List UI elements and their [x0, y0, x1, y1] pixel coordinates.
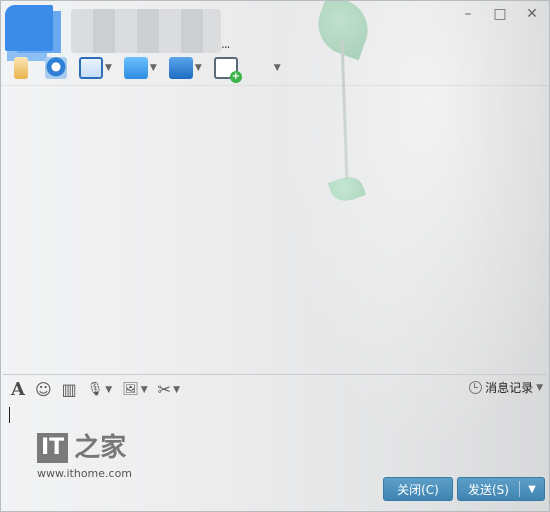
chevron-down-icon[interactable]: ▼ [195, 63, 202, 73]
screen-share-button[interactable]: ▼ [79, 57, 112, 79]
chevron-down-icon[interactable]: ▼ [536, 383, 543, 393]
chevron-down-icon[interactable]: ▼ [105, 385, 112, 395]
voice-call-button[interactable] [9, 57, 33, 79]
send-button-label: 发送(S) [468, 482, 509, 497]
screen-share-icon [79, 57, 103, 79]
watermark-logo-it: IT [37, 433, 69, 463]
watermark-logo-zh: 之家 [74, 433, 127, 463]
minimize-button[interactable]: – [459, 5, 477, 23]
contact-name-blurred [71, 9, 221, 53]
video-call-icon [45, 57, 67, 79]
create-group-icon [213, 57, 242, 83]
watermark-url: www.ithome.com [37, 467, 133, 480]
input-divider[interactable] [3, 374, 547, 375]
avatar[interactable] [5, 5, 53, 51]
chat-window: ... – □ ✕ ▼ ▼ ▼ + ▼ A ☺ ▥ 🎙 ▼ 🖼 ▼ ✂ ▼ 消息… [0, 0, 550, 512]
microphone-icon: 🎙 [86, 382, 104, 397]
window-controls: – □ ✕ [459, 5, 541, 23]
create-group-button[interactable] [213, 57, 242, 83]
emoji-button[interactable]: ☺ [35, 380, 52, 399]
emoji-icon: ☺ [34, 380, 52, 399]
apps-button[interactable]: ▼ [250, 57, 281, 79]
contact-name-suffix: ... [221, 37, 231, 51]
maximize-button[interactable]: □ [491, 5, 509, 23]
chat-toolbar: ▼ ▼ ▼ ▼ [9, 57, 281, 83]
chevron-down-icon[interactable]: ▼ [141, 385, 148, 395]
remote-assist-button[interactable]: ▼ [168, 57, 202, 79]
message-history-label: 消息记录 [485, 381, 534, 395]
send-image-button[interactable]: 🖼 ▼ [122, 382, 147, 397]
image-icon: 🖼 [122, 382, 139, 397]
send-options-chevron-icon[interactable]: ▼ [520, 484, 544, 495]
video-call-button[interactable] [45, 57, 67, 79]
watermark-logo: IT 之家 [37, 433, 132, 463]
bottom-bar: 关闭(C) 发送(S) ▼ [383, 477, 545, 501]
screenshot-button[interactable]: ✂ ▼ [158, 380, 180, 399]
chevron-down-icon[interactable]: ▼ [274, 63, 281, 73]
watermark: IT 之家 www.ithome.com [37, 433, 132, 480]
clock-icon [469, 381, 483, 394]
message-history-area[interactable] [1, 87, 549, 373]
chevron-down-icon[interactable]: ▼ [173, 385, 180, 395]
voice-call-icon [14, 57, 28, 79]
chevron-down-icon[interactable]: ▼ [150, 63, 157, 73]
input-toolbar: A ☺ ▥ 🎙 ▼ 🖼 ▼ ✂ ▼ [11, 379, 180, 400]
apps-icon [250, 57, 272, 79]
voice-message-button[interactable]: 🎙 ▼ [87, 382, 112, 397]
window-shake-icon: ▥ [61, 380, 77, 399]
text-cursor [9, 407, 10, 423]
file-transfer-icon [123, 57, 148, 79]
remote-assist-icon [168, 57, 193, 79]
chevron-down-icon[interactable]: ▼ [105, 63, 112, 73]
shake-button[interactable]: ▥ [62, 380, 77, 399]
send-button[interactable]: 发送(S) ▼ [457, 477, 545, 501]
close-button[interactable]: 关闭(C) [383, 477, 453, 501]
message-history-button[interactable]: 消息记录 ▼ [469, 379, 543, 396]
scissors-icon: ✂ [157, 380, 172, 399]
toolbar-divider [1, 85, 549, 86]
font-button[interactable]: A [11, 379, 25, 400]
close-window-button[interactable]: ✕ [523, 5, 541, 23]
file-transfer-button[interactable]: ▼ [123, 57, 157, 79]
